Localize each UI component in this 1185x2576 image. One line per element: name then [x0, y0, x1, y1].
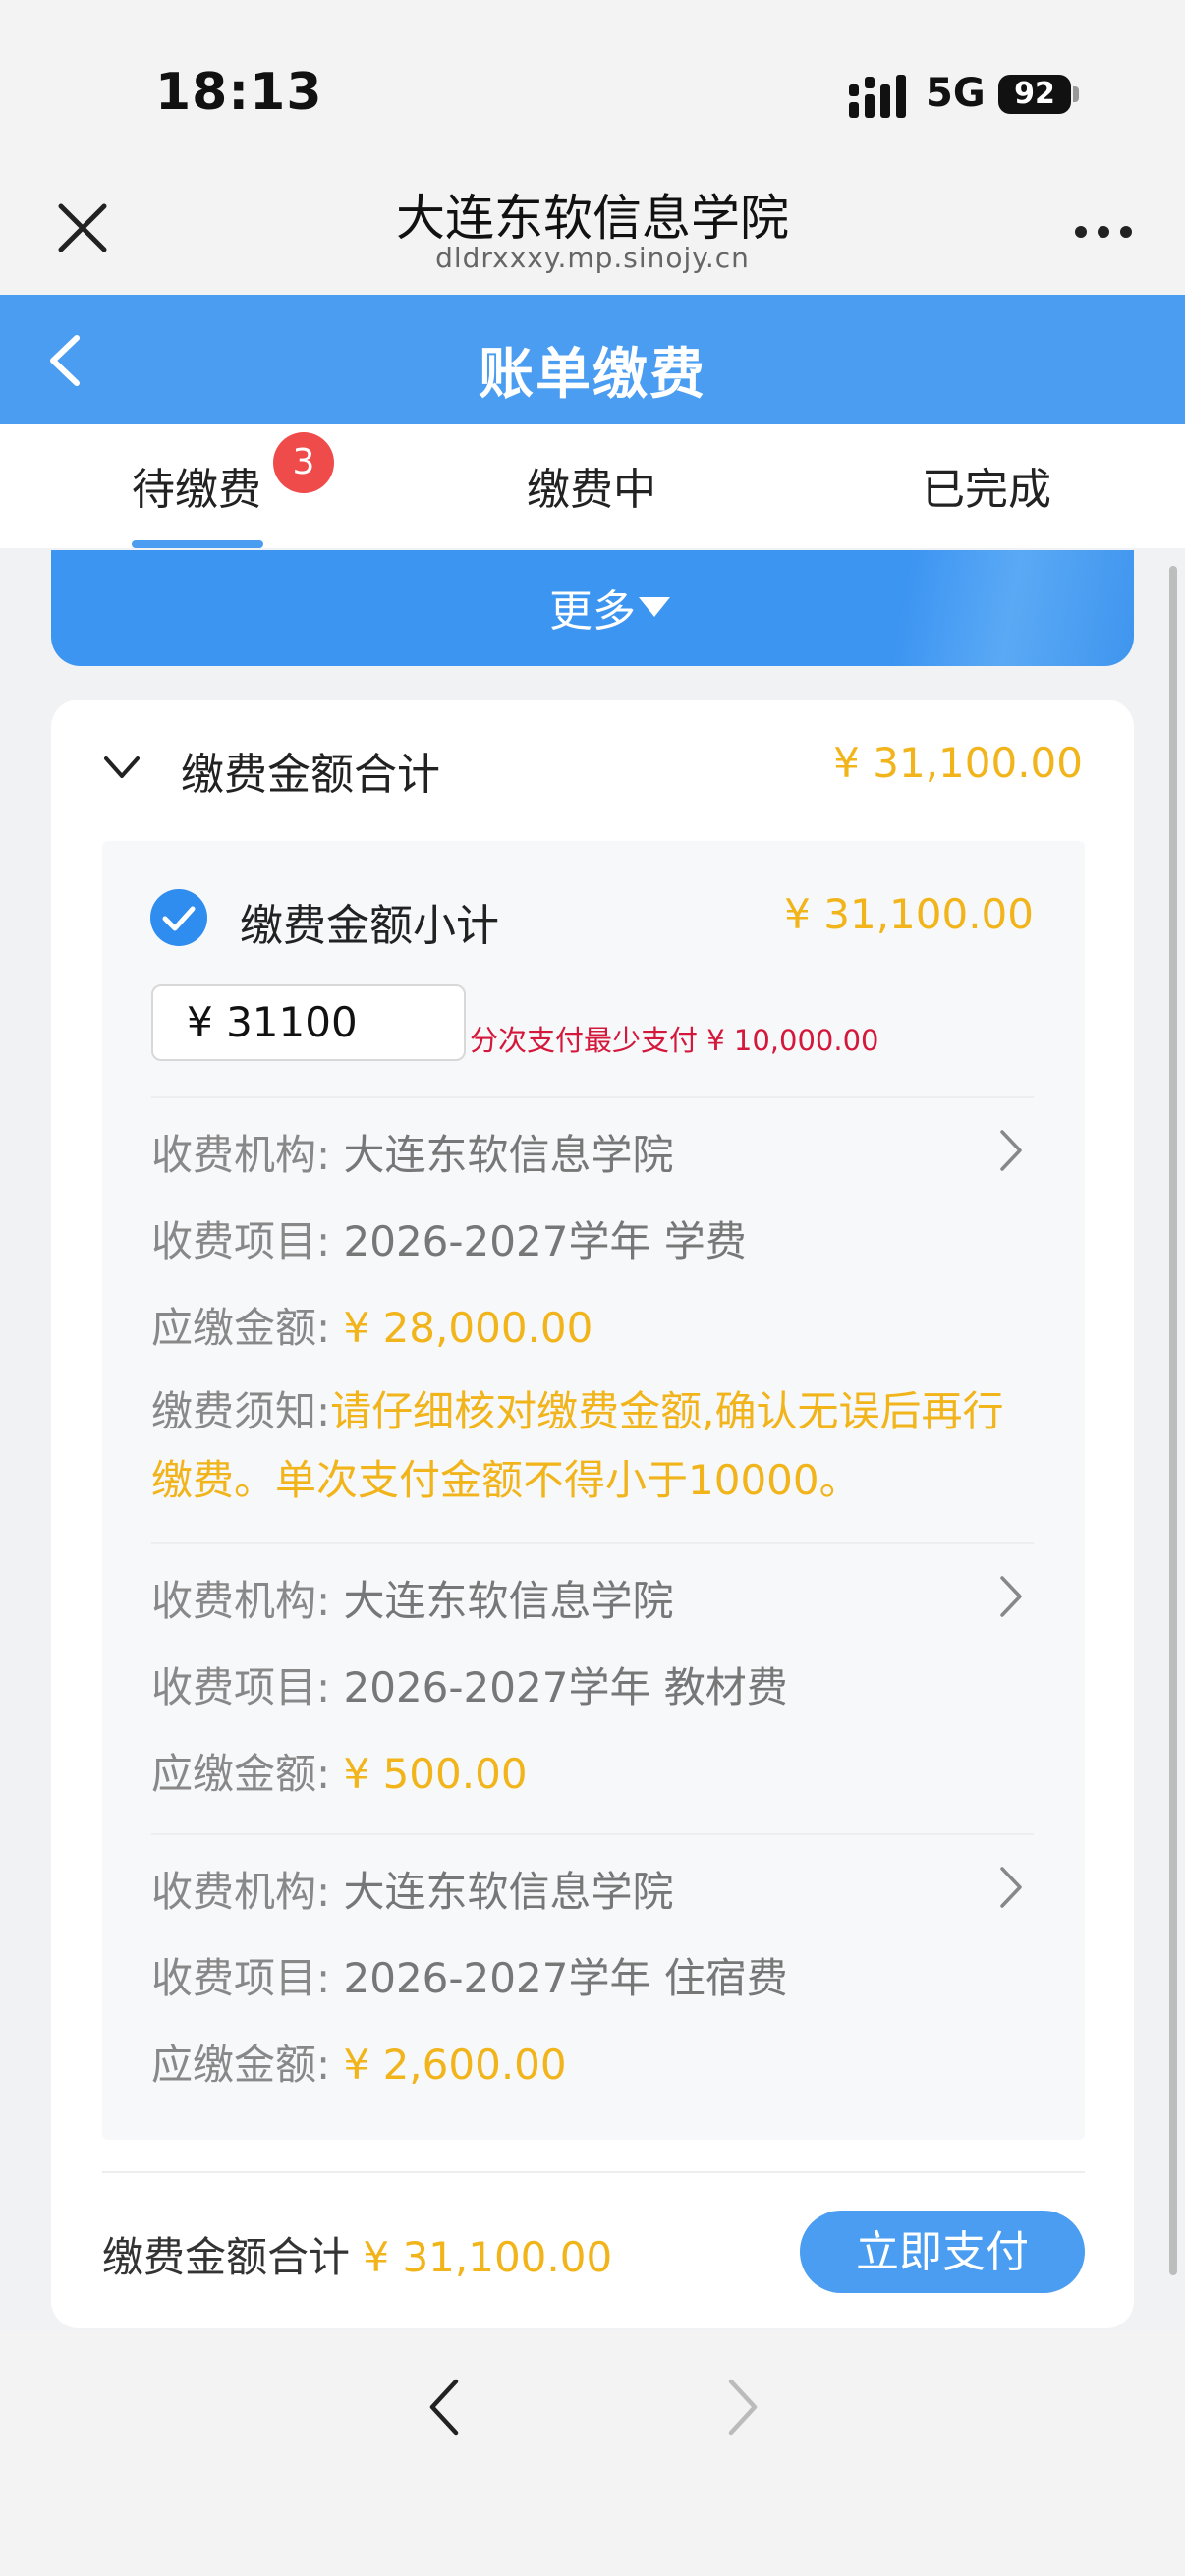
- org-label: 收费机构:: [151, 1577, 331, 1625]
- item-name-row: 收费项目: 2026-2027学年 住宿费: [151, 1945, 788, 2005]
- chevron-right-icon[interactable]: [998, 1128, 1024, 1173]
- amount-value: ¥ 2,600.00: [343, 2041, 567, 2089]
- scrollbar[interactable]: [1169, 566, 1177, 2275]
- org-value: 大连东软信息学院: [343, 1868, 674, 1916]
- total-label: 缴费金额合计: [181, 750, 440, 800]
- item-label: 收费项目:: [151, 1217, 331, 1265]
- amount-value: ¥ 500.00: [343, 1750, 528, 1798]
- item-label: 收费项目:: [151, 1663, 331, 1711]
- site-url: dldrxxxy.mp.sinojy.cn: [435, 242, 750, 274]
- check-circle-icon[interactable]: [149, 888, 208, 947]
- notice-label: 缴费须知:: [151, 1387, 331, 1435]
- page-title: 账单缴费: [479, 343, 706, 407]
- payment-amount-input[interactable]: ¥ 31100: [151, 984, 466, 1061]
- nav-forward-icon[interactable]: [723, 2378, 762, 2436]
- signal-bars-icon: [849, 75, 906, 118]
- tab-active-indicator: [132, 540, 263, 548]
- item-name-row: 收费项目: 2026-2027学年 学费: [151, 1208, 747, 1268]
- org-value: 大连东软信息学院: [343, 1131, 674, 1179]
- amount-label: 应缴金额:: [151, 1750, 331, 1798]
- battery-icon: 92: [998, 75, 1071, 114]
- caret-down-icon: [639, 597, 670, 617]
- chevron-down-icon[interactable]: [102, 753, 141, 782]
- footer-total: 缴费金额合计 ¥ 31,100.00: [102, 2224, 612, 2284]
- subtotal-label: 缴费金额小计: [240, 901, 499, 951]
- more-label[interactable]: 更多: [0, 576, 1185, 639]
- amount-label: 应缴金额:: [151, 1304, 331, 1352]
- footer-total-amount: ¥ 31,100.00: [363, 2233, 613, 2281]
- chevron-right-icon[interactable]: [998, 1574, 1024, 1619]
- item-amount-row: 应缴金额: ¥ 500.00: [151, 1741, 528, 1801]
- payment-notice: 缴费须知:请仔细核对缴费金额,确认无误后再行缴费。单次支付金额不得小于10000…: [151, 1377, 1036, 1515]
- nav-back-icon[interactable]: [424, 2378, 464, 2436]
- battery-tip: [1073, 86, 1079, 102]
- amount-value: ¥ 28,000.00: [343, 1304, 593, 1352]
- item-amount-row: 应缴金额: ¥ 2,600.00: [151, 2032, 567, 2092]
- item-amount-row: 应缴金额: ¥ 28,000.00: [151, 1295, 592, 1355]
- pay-now-button[interactable]: 立即支付: [800, 2211, 1085, 2293]
- min-payment-hint: 分次支付最少支付 ¥ 10,000.00: [470, 1024, 879, 1057]
- tab-completed[interactable]: 已完成: [922, 454, 1051, 517]
- item-value: 2026-2027学年 学费: [343, 1217, 747, 1265]
- item-name-row: 收费项目: 2026-2027学年 教材费: [151, 1654, 788, 1714]
- item-org-row[interactable]: 收费机构: 大连东软信息学院: [151, 1122, 674, 1182]
- footer-total-label: 缴费金额合计: [102, 2233, 351, 2281]
- divider: [151, 1096, 1034, 1098]
- tab-pending[interactable]: 待缴费: [132, 454, 261, 517]
- org-label: 收费机构:: [151, 1868, 331, 1916]
- item-label: 收费项目:: [151, 1954, 331, 2002]
- org-label: 收费机构:: [151, 1131, 331, 1179]
- item-value: 2026-2027学年 教材费: [343, 1663, 788, 1711]
- browser-nav-bar: [0, 2330, 1185, 2576]
- item-value: 2026-2027学年 住宿费: [343, 1954, 788, 2002]
- tab-in-progress[interactable]: 缴费中: [527, 454, 656, 517]
- amount-label: 应缴金额:: [151, 2041, 331, 2089]
- divider: [151, 1833, 1034, 1835]
- item-org-row[interactable]: 收费机构: 大连东软信息学院: [151, 1859, 674, 1919]
- site-title: 大连东软信息学院: [396, 190, 789, 247]
- divider: [151, 1542, 1034, 1544]
- more-dots-icon[interactable]: [1073, 224, 1134, 240]
- tab-pending-badge: 3: [273, 432, 334, 493]
- status-time: 18:13: [155, 63, 323, 122]
- chevron-right-icon[interactable]: [998, 1865, 1024, 1910]
- subtotal-amount: ¥ 31,100.00: [784, 890, 1034, 938]
- item-org-row[interactable]: 收费机构: 大连东软信息学院: [151, 1568, 674, 1628]
- footer-divider: [102, 2171, 1085, 2173]
- org-value: 大连东软信息学院: [343, 1577, 674, 1625]
- network-type: 5G: [926, 71, 986, 116]
- total-amount: ¥ 31,100.00: [833, 739, 1083, 787]
